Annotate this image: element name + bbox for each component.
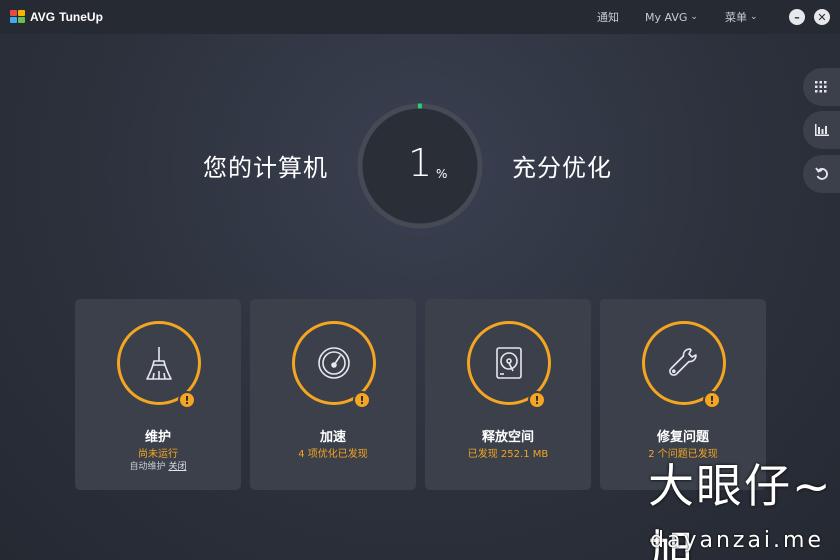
nav-notifications-label: 通知 bbox=[597, 11, 619, 24]
minimize-icon: – bbox=[794, 10, 800, 24]
close-icon: ✕ bbox=[817, 10, 827, 24]
warning-badge: ! bbox=[703, 391, 721, 409]
warning-badge: ! bbox=[178, 391, 196, 409]
broom-icon bbox=[146, 347, 172, 380]
card-status: 已发现 252.1 MB bbox=[467, 449, 549, 460]
speedometer-icon bbox=[318, 347, 350, 379]
nav-my-avg[interactable]: My AVG ⌄ bbox=[645, 0, 698, 34]
card-title: 释放空间 bbox=[481, 430, 534, 445]
auto-maintenance-toggle-link[interactable]: 关闭 bbox=[168, 462, 186, 472]
chevron-down-icon: ⌄ bbox=[750, 12, 758, 22]
close-button[interactable]: ✕ bbox=[814, 9, 830, 25]
card-maintenance[interactable]: ! 维护 尚未运行 自动维护 关闭 bbox=[75, 299, 241, 490]
gauge-unit: % bbox=[436, 167, 448, 181]
bar-chart-icon bbox=[815, 124, 829, 136]
card-free-space[interactable]: ! 释放空间 已发现 252.1 MB bbox=[425, 299, 591, 490]
watermark-url: dayanzai.me bbox=[650, 528, 824, 553]
card-title: 加速 bbox=[319, 430, 346, 445]
app-logo: AVG TuneUp bbox=[10, 10, 103, 24]
chevron-down-icon: ⌄ bbox=[690, 12, 698, 22]
hero-left-text: 您的计算机 bbox=[203, 154, 328, 182]
sidebar-stats-button[interactable] bbox=[803, 111, 840, 149]
card-status: 尚未运行 bbox=[138, 449, 178, 460]
nav-my-avg-label: My AVG bbox=[645, 10, 688, 24]
nav-menu[interactable]: 菜单 ⌄ bbox=[725, 0, 758, 34]
minimize-button[interactable]: – bbox=[789, 9, 805, 25]
avg-logo-icon bbox=[10, 10, 26, 24]
undo-icon bbox=[815, 167, 828, 180]
warning-badge: ! bbox=[353, 391, 371, 409]
card-speedup[interactable]: ! 加速 4 项优化已发现 bbox=[250, 299, 416, 490]
warning-badge: ! bbox=[528, 391, 546, 409]
title-bar: AVG TuneUp 通知 My AVG ⌄ 菜单 ⌄ – ✕ bbox=[0, 0, 840, 34]
product-name: TuneUp bbox=[59, 10, 103, 24]
nav-menu-label: 菜单 bbox=[725, 11, 747, 24]
brand-name: AVG bbox=[30, 10, 56, 24]
sidebar-grid-button[interactable] bbox=[803, 68, 840, 106]
auto-maintenance-label: 自动维护 bbox=[129, 462, 166, 472]
gauge-value: 1 bbox=[408, 141, 433, 185]
card-subtext: 自动维护 关闭 bbox=[75, 459, 241, 472]
card-status: 4 项优化已发现 bbox=[298, 449, 368, 460]
hero-right-text: 充分优化 bbox=[512, 154, 612, 182]
grid-icon bbox=[815, 81, 827, 93]
hard-drive-icon bbox=[496, 347, 522, 379]
card-title: 维护 bbox=[144, 430, 171, 445]
sidebar-undo-button[interactable] bbox=[803, 155, 840, 193]
card-title: 修复问题 bbox=[656, 430, 709, 445]
wrench-icon bbox=[669, 348, 697, 376]
nav-notifications[interactable]: 通知 bbox=[597, 0, 619, 34]
